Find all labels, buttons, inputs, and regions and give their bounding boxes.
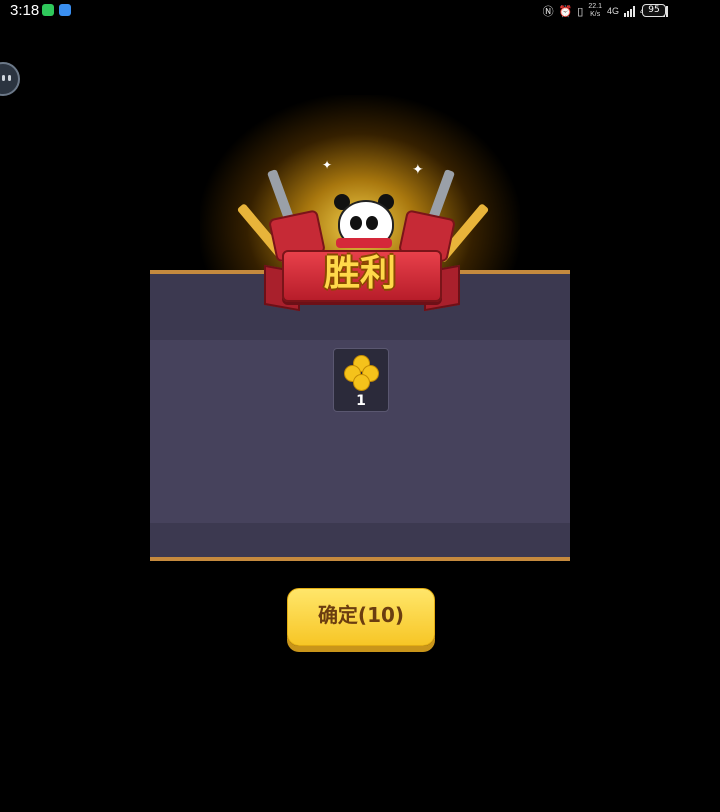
status-bar: 3:18 Ⓝ ⏰ ▯ 22.1 K/s 4G 4G 95 [0, 0, 720, 22]
floating-assistant-icon[interactable] [0, 62, 20, 96]
panda-eye-patch [350, 216, 362, 230]
network-speed-unit: K/s [590, 11, 601, 18]
sparkle-icon: ✦ [322, 158, 333, 172]
vibrate-icon: ▯ [577, 5, 584, 18]
panda-eye-patch [366, 216, 378, 230]
assistant-eye-icon [8, 75, 11, 81]
sparkle-icon: ✦ [412, 162, 424, 178]
panel-footer [150, 523, 570, 557]
clover-icon [344, 355, 379, 391]
reward-item[interactable]: 1 [333, 348, 389, 412]
result-panel [150, 270, 570, 563]
panda-mascot-icon [332, 194, 396, 254]
panda-scarf [336, 238, 392, 248]
wechat-icon [42, 4, 54, 16]
battery-icon: 95 [642, 4, 668, 17]
confirm-button-label: 确定(10) [317, 603, 405, 627]
network-type-1: 4G [606, 6, 619, 16]
network-speed-value: 22.1 [588, 3, 602, 10]
victory-title: 胜利 [323, 253, 396, 294]
confirm-button[interactable]: 确定(10) [287, 588, 435, 646]
nfc-icon: Ⓝ [542, 6, 554, 18]
message-app-icon [59, 4, 71, 16]
network-speed: 22.1 K/s [588, 3, 602, 19]
signal-icon-1 [623, 5, 635, 17]
status-time: 3:18 [10, 2, 40, 19]
reward-count: 1 [356, 393, 366, 409]
alarm-icon: ⏰ [558, 5, 573, 18]
assistant-eye-icon [2, 75, 5, 81]
panel-bottom-border [150, 557, 570, 561]
